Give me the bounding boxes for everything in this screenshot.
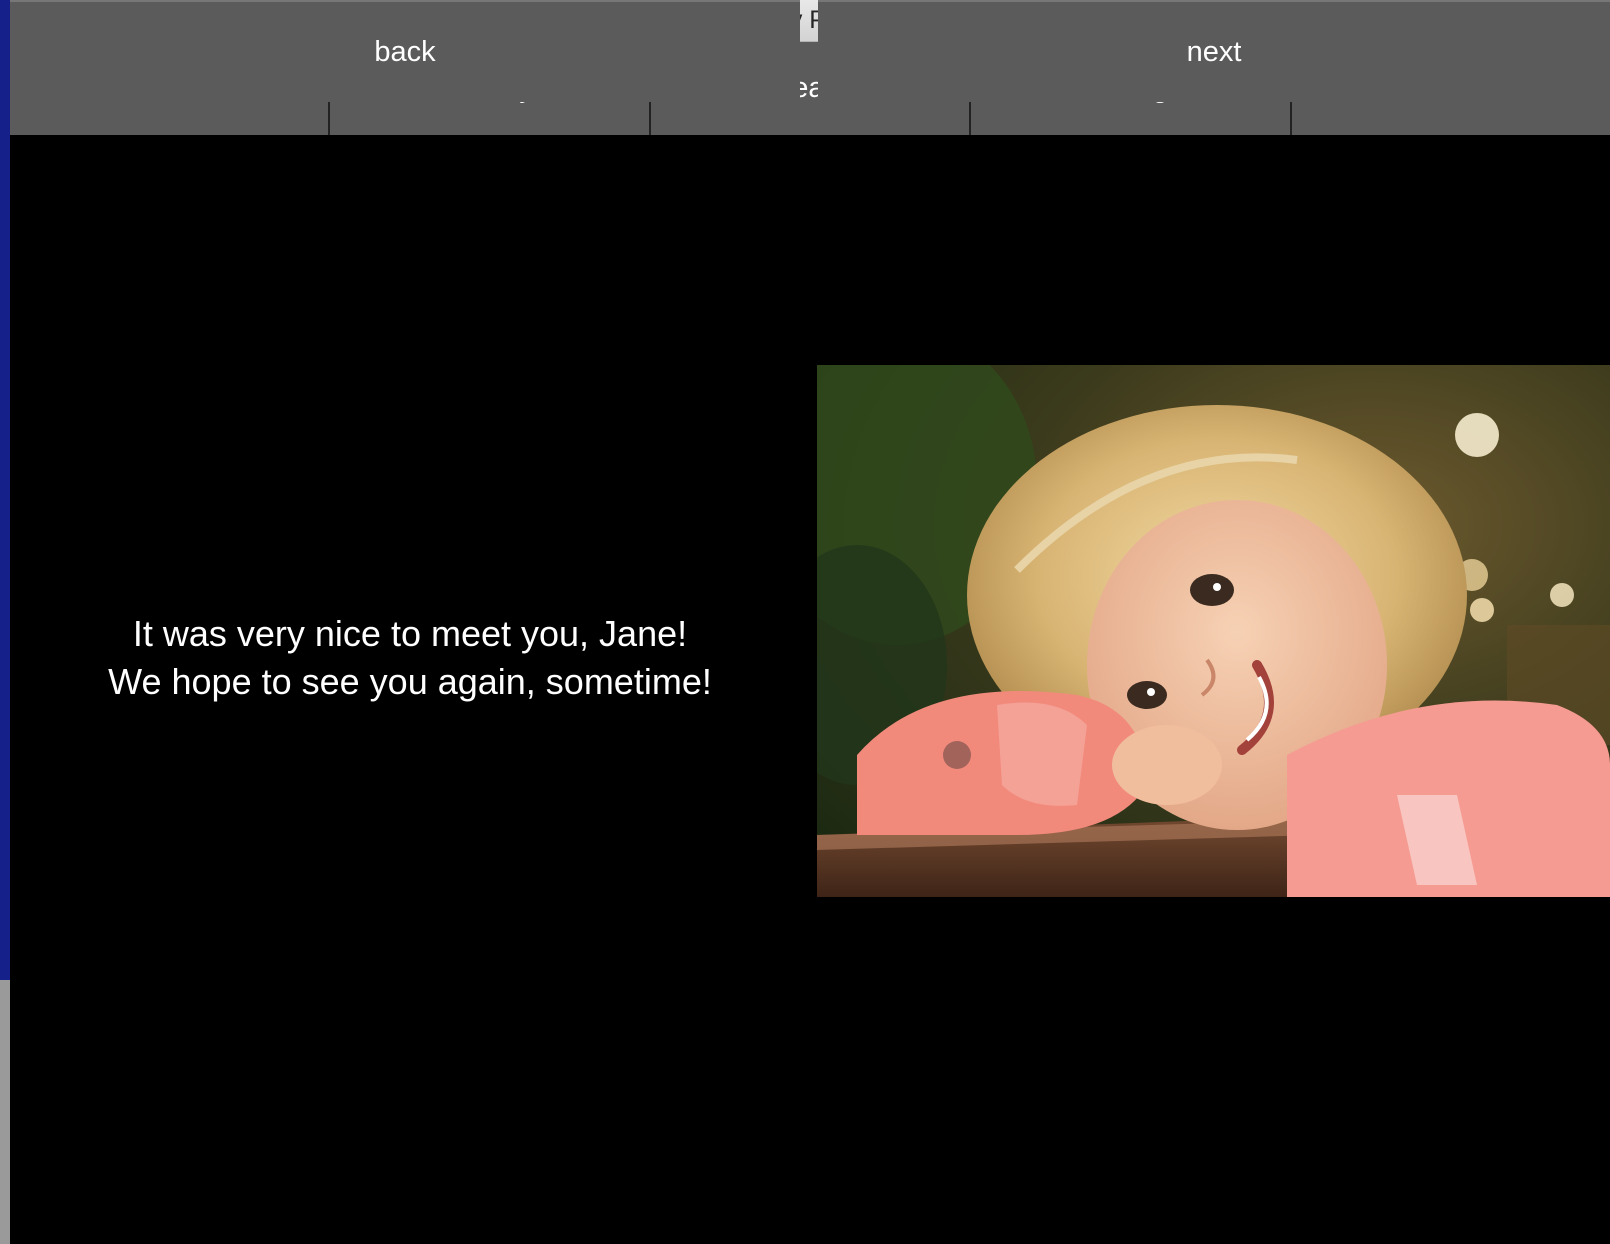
story-page-photo <box>817 365 1610 897</box>
story-text-line-2: We hope to see you again, sometime! <box>108 661 712 702</box>
back-button[interactable]: back <box>10 0 800 102</box>
story-text-line-1: It was very nice to meet you, Jane! <box>132 613 688 654</box>
story-page-text: It was very nice to meet you, Jane! We h… <box>10 610 810 706</box>
next-button[interactable]: next <box>818 0 1610 102</box>
app-window: Story Pixies Home Library Creator Settin… <box>10 0 1610 1244</box>
